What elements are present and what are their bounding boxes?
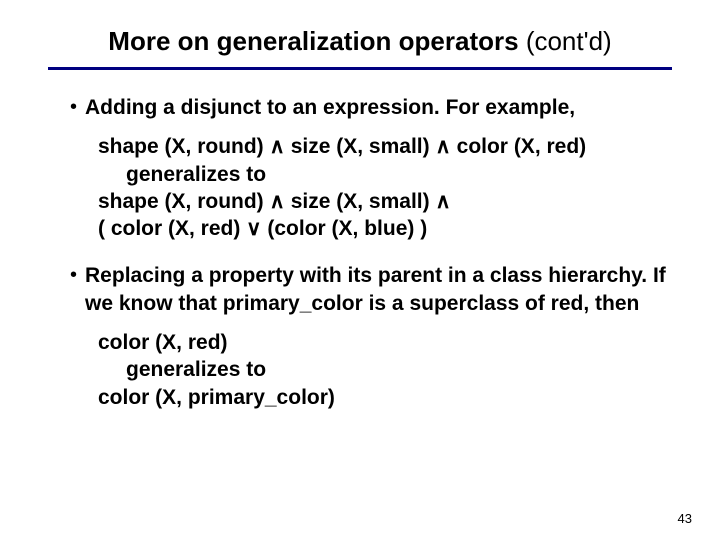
example1-line2b: ( color (X, red) ∨ (color (X, blue) ) [98,215,652,242]
bullet-dot-icon: • [70,264,77,286]
page-number: 43 [678,511,692,526]
example1-line2a: shape (X, round) ∧ size (X, small) ∧ [98,188,652,215]
bullet-item: • Adding a disjunct to an expression. Fo… [70,94,672,121]
example-block-1: shape (X, round) ∧ size (X, small) ∧ col… [98,133,652,242]
example1-generalizes: generalizes to [126,161,652,188]
bullet-text: Replacing a property with its parent in … [85,262,672,317]
example2-generalizes: generalizes to [126,356,652,383]
bullet-text: Adding a disjunct to an expression. For … [85,94,575,121]
title-suffix: (cont'd) [526,26,612,56]
example-block-2: color (X, red) generalizes to color (X, … [98,329,652,411]
title-underline [48,67,672,70]
bullet-item: • Replacing a property with its parent i… [70,262,672,317]
example1-line1: shape (X, round) ∧ size (X, small) ∧ col… [98,133,652,160]
slide: More on generalization operators (cont'd… [0,0,720,540]
bullet-dot-icon: • [70,96,77,118]
title-main: More on generalization operators [108,26,526,56]
slide-title: More on generalization operators (cont'd… [48,26,672,57]
example2-line1: color (X, red) [98,329,652,356]
example2-line2: color (X, primary_color) [98,384,652,411]
